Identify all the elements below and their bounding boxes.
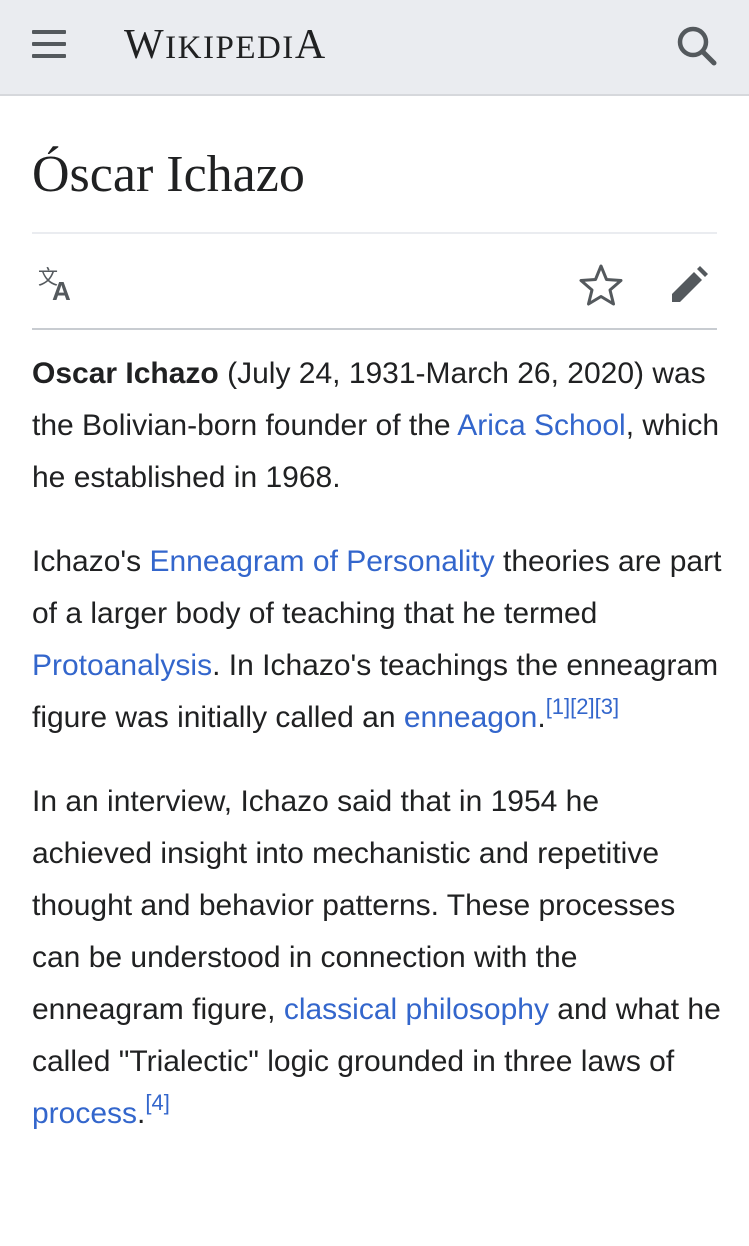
wikipedia-wordmark[interactable]: WIKIPEDIA <box>124 20 327 73</box>
actions-divider <box>32 328 717 330</box>
reference-link[interactable]: [4] <box>145 1090 169 1115</box>
wordmark-middle: IKIPEDI <box>165 30 295 66</box>
link-arica-school[interactable]: Arica School <box>457 409 625 442</box>
link-enneagram-of-personality[interactable]: Enneagram of Personality <box>149 545 494 578</box>
wordmark-a: A <box>294 22 327 68</box>
translate-icon[interactable]: 文 A <box>34 262 84 312</box>
search-icon[interactable] <box>672 22 722 72</box>
title-divider <box>32 232 717 234</box>
reference-link[interactable]: [2] <box>570 694 594 719</box>
link-process[interactable]: process <box>32 1097 137 1130</box>
paragraph: Oscar Ichazo (July 24, 1931-March 26, 20… <box>32 348 722 504</box>
article-content: Oscar Ichazo (July 24, 1931-March 26, 20… <box>32 348 722 1172</box>
reference-4[interactable]: [4] <box>145 1090 169 1115</box>
text: . <box>537 701 546 734</box>
reference-link[interactable]: [3] <box>595 694 619 719</box>
bold-name: Oscar Ichazo <box>32 357 219 390</box>
link-protoanalysis[interactable]: Protoanalysis <box>32 649 212 682</box>
reference-link[interactable]: [1] <box>546 694 570 719</box>
text: In an interview, Ichazo said that in 195… <box>32 785 676 1026</box>
wordmark-w: W <box>124 22 166 68</box>
pencil-icon[interactable] <box>664 258 714 308</box>
star-icon[interactable] <box>576 260 626 310</box>
top-bar: WIKIPEDIA <box>0 0 749 96</box>
text: Ichazo's <box>32 545 150 578</box>
reference-2[interactable]: [2] <box>570 694 594 719</box>
menu-line <box>32 42 66 46</box>
reference-3[interactable]: [3] <box>595 694 619 719</box>
hamburger-menu-icon[interactable] <box>28 26 74 64</box>
menu-line <box>32 54 66 58</box>
svg-text:A: A <box>52 276 71 306</box>
paragraph: In an interview, Ichazo said that in 195… <box>32 776 722 1140</box>
link-classical-philosophy[interactable]: classical philosophy <box>284 993 549 1026</box>
link-enneagon[interactable]: enneagon <box>404 701 537 734</box>
menu-line <box>32 30 66 34</box>
reference-1[interactable]: [1] <box>546 694 570 719</box>
paragraph: Ichazo's Enneagram of Personality theori… <box>32 536 722 744</box>
page-title: Óscar Ichazo <box>32 146 305 203</box>
